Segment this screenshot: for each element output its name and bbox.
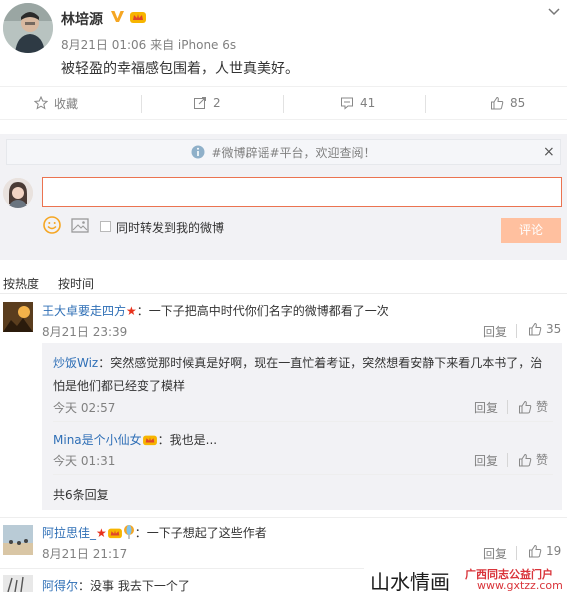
- author-badges: [110, 9, 147, 24]
- watermark-url: www.gxtzz.com: [477, 579, 563, 592]
- comment-time: 8月21日 21:17: [42, 547, 128, 561]
- reply-button[interactable]: 回复: [474, 399, 498, 416]
- commenter-name[interactable]: 阿拉思佳_: [42, 526, 96, 540]
- comment-text: ：一下子想起了这些作者: [134, 526, 267, 540]
- action-bar: 收藏 2 41 85: [0, 86, 567, 120]
- member-crown-icon[interactable]: [129, 9, 147, 24]
- thumbs-up-icon: [490, 96, 504, 110]
- comment-line: 王大卓要走四方★：一下子把高中时代你们名字的微博都看了一次: [42, 302, 389, 319]
- reply-like-button[interactable]: 赞: [518, 451, 548, 468]
- star-icon: [34, 96, 48, 110]
- commenter-avatar[interactable]: [3, 302, 33, 332]
- reply-like-label: 赞: [536, 453, 549, 467]
- repost-icon: [193, 96, 207, 110]
- tab-sort-by-time[interactable]: 按时间: [58, 275, 94, 292]
- thumbs-up-icon: [528, 322, 542, 336]
- divider: [53, 421, 553, 422]
- member-crown-icon: [142, 433, 158, 446]
- member-crown-icon: [107, 526, 123, 539]
- reply-time: 今天 01:31: [53, 454, 116, 468]
- thumbs-up-icon: [518, 400, 532, 414]
- reply-author[interactable]: 炒饭Wiz: [53, 356, 98, 370]
- reply-button[interactable]: 回复: [483, 545, 507, 562]
- balloon-badge-icon: [123, 525, 135, 539]
- reply-like-label: 赞: [536, 400, 549, 414]
- tab-sort-by-hot[interactable]: 按热度: [3, 275, 39, 292]
- forward-label[interactable]: 同时转发到我的微博: [116, 219, 224, 236]
- divider: [141, 95, 142, 113]
- divider: [507, 400, 508, 414]
- reply-like-button[interactable]: 赞: [518, 398, 548, 415]
- chevron-down-icon[interactable]: [547, 6, 561, 18]
- thumbs-up-icon: [518, 453, 532, 467]
- commenter-avatar[interactable]: [3, 525, 33, 555]
- notice-text[interactable]: #微博辟谣#平台，欢迎查阅！: [211, 144, 375, 161]
- reply-line: Mina是个小仙女 ：我也是...: [53, 431, 217, 448]
- comment-like-count: 35: [546, 322, 562, 336]
- reply-text: ：我也是...: [157, 433, 218, 447]
- comment-like-count: 19: [546, 544, 562, 558]
- my-avatar: [3, 178, 33, 208]
- reply-button[interactable]: 回复: [474, 452, 498, 469]
- repost-button[interactable]: 2: [193, 87, 221, 119]
- comment-like-button[interactable]: 35: [528, 322, 561, 336]
- author-name[interactable]: 林培源: [61, 9, 103, 29]
- tabs-divider: [0, 293, 567, 294]
- favorite-button[interactable]: 收藏: [34, 87, 78, 119]
- divider: [53, 474, 553, 475]
- reply-author[interactable]: Mina是个小仙女: [53, 433, 142, 447]
- divider: [507, 453, 508, 467]
- divider: [283, 95, 284, 113]
- reply-button[interactable]: 回复: [483, 323, 507, 340]
- forward-checkbox[interactable]: [100, 221, 111, 232]
- more-replies-link[interactable]: 共6条回复: [53, 486, 109, 503]
- submit-comment-button[interactable]: 评论: [501, 218, 561, 243]
- divider: [425, 95, 426, 113]
- repost-count: 2: [213, 96, 221, 110]
- emoji-icon[interactable]: [43, 216, 61, 234]
- star-badge-icon: ★: [126, 304, 137, 318]
- comment-time: 8月21日 23:39: [42, 325, 128, 339]
- comment-input[interactable]: [42, 177, 562, 207]
- star-badge-icon: ★: [96, 526, 107, 540]
- comment-button[interactable]: 41: [340, 87, 375, 119]
- close-icon[interactable]: ×: [543, 144, 555, 160]
- post-meta: 8月21日 01:06 来自 iPhone 6s: [61, 38, 237, 52]
- like-count: 85: [510, 96, 526, 110]
- author-avatar[interactable]: [3, 3, 53, 53]
- like-button[interactable]: 85: [490, 87, 525, 119]
- commenter-name[interactable]: 阿得尔: [42, 579, 78, 592]
- divider: [0, 517, 567, 518]
- comment-text: ：没事 我去下一个了: [78, 579, 190, 592]
- info-icon: [191, 145, 205, 159]
- comment-count: 41: [360, 96, 376, 110]
- commenter-avatar[interactable]: [3, 575, 33, 592]
- comment-line: 阿得尔：没事 我去下一个了: [42, 577, 190, 592]
- reply-text: ：突然感觉那时候真是好啊，现在一直忙着考证，突然想看安静下来看几本书了，治: [98, 356, 543, 370]
- comment-text: ：一下子把高中时代你们名字的微博都看了一次: [136, 304, 389, 318]
- reply-line-cont: 怕是他们都已经变了模样: [53, 379, 186, 393]
- comment-like-button[interactable]: 19: [528, 544, 561, 558]
- post-text: 被轻盈的幸福感包围着，人世真美好。: [61, 61, 299, 77]
- comment-icon: [340, 96, 354, 110]
- divider: [516, 324, 517, 338]
- watermark-title: 山水情画: [370, 570, 450, 592]
- favorite-label: 收藏: [54, 96, 79, 111]
- thumbs-up-icon: [528, 544, 542, 558]
- commenter-name[interactable]: 王大卓要走四方: [42, 304, 126, 318]
- reply-time: 今天 02:57: [53, 401, 116, 415]
- comment-line: 阿拉思佳_★ ：一下子想起了这些作者: [42, 524, 267, 541]
- divider: [516, 546, 517, 560]
- notice-banner: #微博辟谣#平台，欢迎查阅！: [6, 139, 561, 165]
- reply-line: 炒饭Wiz：突然感觉那时候真是好啊，现在一直忙着考证，突然想看安静下来看几本书了…: [53, 354, 542, 371]
- verified-v-icon[interactable]: [110, 9, 125, 24]
- image-icon[interactable]: [71, 218, 89, 233]
